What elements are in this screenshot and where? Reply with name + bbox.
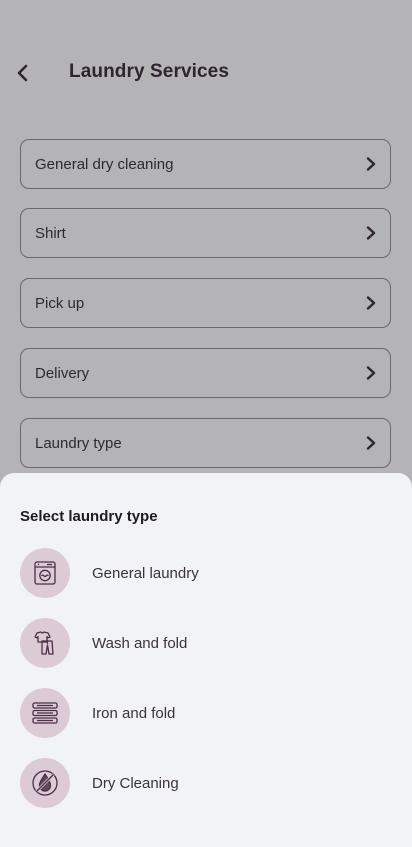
chevron-left-icon <box>17 64 28 82</box>
menu-item-label: Delivery <box>35 364 90 382</box>
option-label: Wash and fold <box>92 634 188 652</box>
option-dry-cleaning[interactable]: Dry Cleaning <box>20 758 392 808</box>
option-label: Iron and fold <box>92 704 176 722</box>
menu-item-laundry-type[interactable]: Laundry type <box>20 418 391 468</box>
chevron-right-icon <box>364 296 378 310</box>
menu-item-delivery[interactable]: Delivery <box>20 348 391 398</box>
no-water-drop-icon <box>20 758 70 808</box>
option-label: Dry Cleaning <box>92 774 179 792</box>
menu-item-label: Pick up <box>35 294 85 312</box>
back-button[interactable] <box>8 58 38 88</box>
menu-item-pick-up[interactable]: Pick up <box>20 278 391 328</box>
chevron-right-icon <box>364 157 378 171</box>
folded-towels-icon <box>20 688 70 738</box>
page-title: Laundry Services <box>69 61 230 82</box>
menu-item-label: Shirt <box>35 224 66 242</box>
option-wash-and-fold[interactable]: Wash and fold <box>20 618 392 668</box>
chevron-right-icon <box>364 366 378 380</box>
option-general-laundry[interactable]: General laundry <box>20 548 392 598</box>
chevron-right-icon <box>364 226 378 240</box>
laundry-type-bottom-sheet: Select laundry type General laundry Wash… <box>0 473 412 847</box>
chevron-right-icon <box>364 436 378 450</box>
option-iron-and-fold[interactable]: Iron and fold <box>20 688 392 738</box>
menu-item-label: General dry cleaning <box>35 155 174 173</box>
washing-machine-icon <box>20 548 70 598</box>
clothes-icon <box>20 618 70 668</box>
menu-item-shirt[interactable]: Shirt <box>20 208 391 258</box>
menu-item-label: Laundry type <box>35 434 122 452</box>
menu-item-general-dry-cleaning[interactable]: General dry cleaning <box>20 139 391 189</box>
app-header: Laundry Services <box>0 48 412 98</box>
option-label: General laundry <box>92 564 199 582</box>
sheet-title: Select laundry type <box>20 508 158 525</box>
